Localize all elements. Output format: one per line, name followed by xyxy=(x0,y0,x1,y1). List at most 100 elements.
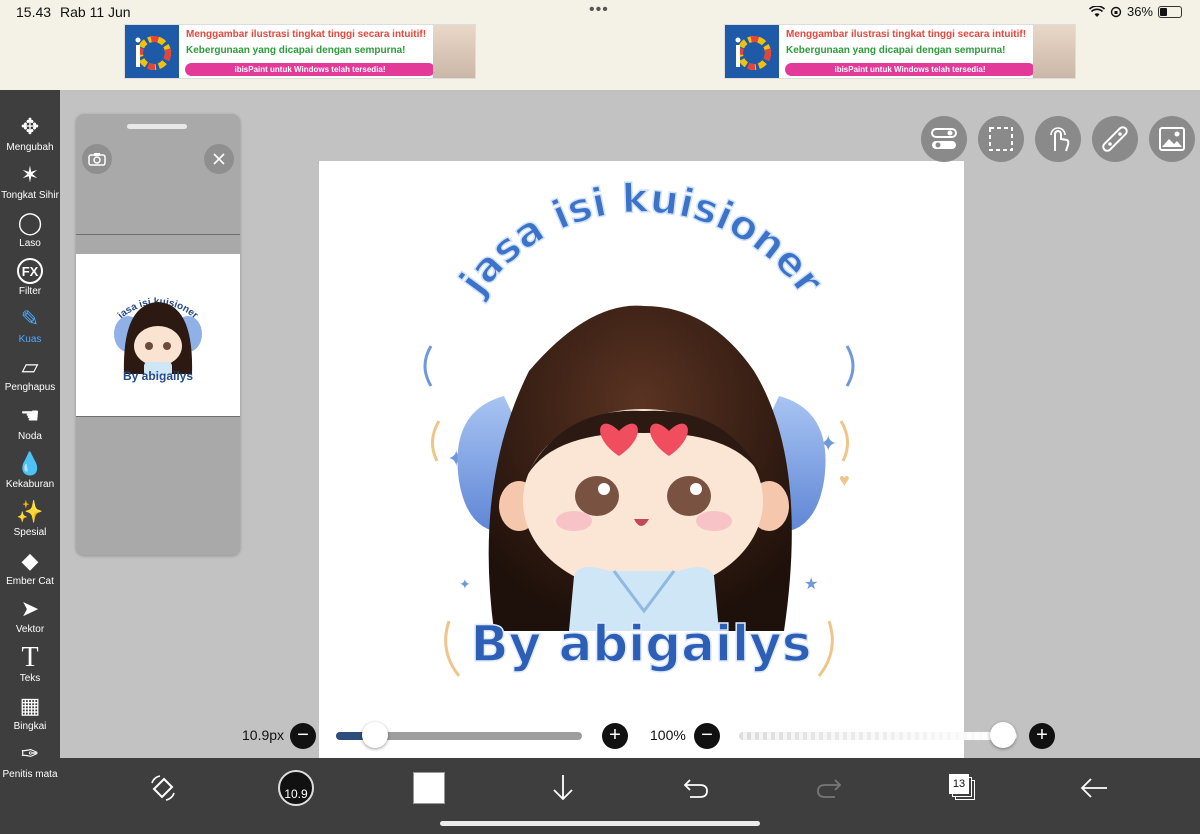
tool-teks[interactable]: T Teks xyxy=(0,642,60,691)
status-bar: 15.43 Rab 11 Jun ••• 36% Menggambar ilus… xyxy=(0,0,1200,90)
orientation-lock-icon xyxy=(1110,6,1122,17)
color-swatch[interactable] xyxy=(412,770,446,806)
ibispaint-logo xyxy=(125,25,179,78)
tool-vektor[interactable]: ➤ Vektor xyxy=(0,594,60,642)
back-arrow-icon[interactable] xyxy=(1078,770,1110,806)
move-arrows-icon: ✥ xyxy=(20,114,40,139)
tool-label: Bingkai xyxy=(13,721,47,732)
brush-icon: ✎ xyxy=(20,306,40,331)
tool-kekaburan[interactable]: 💧 Kekaburan xyxy=(0,449,60,497)
frame-icon: ▦ xyxy=(19,693,41,718)
brush-size-indicator[interactable]: 10.9 xyxy=(278,770,314,806)
tool-label: Vektor xyxy=(15,624,45,635)
layer-count: 13 xyxy=(949,774,969,794)
ad-portrait-image xyxy=(1033,25,1075,78)
battery-percent: 36% xyxy=(1126,4,1153,19)
home-indicator[interactable] xyxy=(440,821,760,826)
redo-icon[interactable] xyxy=(813,770,845,806)
thumb-signature: By abigailys xyxy=(123,369,193,383)
layer-divider xyxy=(76,416,240,417)
tool-bingkai[interactable]: ▦ Bingkai xyxy=(0,691,60,739)
layer-divider xyxy=(76,234,240,235)
opacity-slider[interactable] xyxy=(739,732,1017,740)
ad-subline: Kebergunaan yang dicapai dengan sempurna… xyxy=(186,45,406,56)
ad-cta: ibisPaint untuk Windows telah tersedia! xyxy=(185,63,435,76)
tool-penitis-mata[interactable]: ✑ Penitis mata xyxy=(0,739,60,787)
download-arrow-icon[interactable] xyxy=(548,770,578,806)
current-color xyxy=(413,772,445,804)
ad-banner-left[interactable]: Menggambar ilustrasi tingkat tinggi seca… xyxy=(124,24,476,79)
ruler-icon[interactable] xyxy=(1092,116,1138,162)
tool-mengubah[interactable]: ✥ Mengubah xyxy=(0,112,60,160)
svg-text:♥: ♥ xyxy=(839,470,850,490)
status-time: 15.43 xyxy=(16,4,52,20)
opacity-label: 100% xyxy=(650,727,686,743)
opacity-decrease-button[interactable]: − xyxy=(694,723,720,749)
undo-icon[interactable] xyxy=(680,770,712,806)
tool-label: Filter xyxy=(18,286,42,297)
tool-label: Mengubah xyxy=(6,142,54,153)
ibispaint-logo xyxy=(725,25,779,78)
brush-size-label: 10.9px xyxy=(242,727,285,743)
artwork: jasa isi kuisioner ✦ ✦ ♥ ★ ✦ By abigaily… xyxy=(423,175,855,677)
layer-thumbnail[interactable]: jasa isi kuisioner By abigailys xyxy=(76,254,240,416)
smudge-icon: ☚ xyxy=(20,403,40,428)
tool-noda[interactable]: ☚ Noda xyxy=(0,401,60,449)
tool-label: Spesial xyxy=(13,527,47,538)
multitasking-dots[interactable]: ••• xyxy=(589,1,609,19)
tool-label: Penghapus xyxy=(4,382,56,393)
camera-icon[interactable] xyxy=(82,144,112,174)
touch-gesture-icon[interactable] xyxy=(1035,116,1081,162)
tool-tongkat-sihir[interactable]: ✶ Tongkat Sihir xyxy=(0,160,60,208)
battery-fill xyxy=(1160,7,1168,16)
eyedropper-icon: ✑ xyxy=(20,741,40,766)
vector-arrow-icon: ➤ xyxy=(20,596,40,621)
tool-label: Tongkat Sihir xyxy=(1,190,59,201)
tool-label: Kekaburan xyxy=(5,479,55,490)
drawing-canvas[interactable]: jasa isi kuisioner ✦ ✦ ♥ ★ ✦ By abigaily… xyxy=(319,161,964,806)
svg-text:jasa isi kuisioner: jasa isi kuisioner xyxy=(450,176,832,305)
ad-cta: ibisPaint untuk Windows telah tersedia! xyxy=(785,63,1035,76)
tool-label: Noda xyxy=(18,431,42,442)
fx-icon: FX xyxy=(17,258,43,284)
artwork-signature: By abigailys xyxy=(471,615,812,673)
wifi-icon xyxy=(1088,5,1105,17)
tool-ember-cat[interactable]: ◆ Ember Cat xyxy=(0,546,60,594)
tool-sidebar: ✥ Mengubah ✶ Tongkat Sihir ◯ Laso FX Filter ✎ Kua… xyxy=(0,90,60,834)
opacity-knob[interactable] xyxy=(990,722,1016,748)
tool-filter[interactable]: FX Filter xyxy=(0,256,60,304)
special-sparkle-icon: ✨ xyxy=(16,499,44,524)
tool-label: Ember Cat xyxy=(6,576,54,587)
gallery-image-icon[interactable] xyxy=(1149,116,1195,162)
battery-icon xyxy=(1158,5,1182,18)
tool-kuas[interactable]: ✎ Kuas xyxy=(0,304,60,352)
tool-penghapus[interactable]: ▱ Penghapus xyxy=(0,352,60,400)
brush-size-increase-button[interactable]: + xyxy=(602,723,628,749)
ad-subline: Kebergunaan yang dicapai dengan sempurna… xyxy=(786,45,1006,56)
status-indicators: 36% xyxy=(1088,4,1182,19)
svg-text:★: ★ xyxy=(804,576,818,593)
panel-drag-handle[interactable] xyxy=(127,124,187,129)
text-icon: T xyxy=(21,642,39,673)
tool-label: Teks xyxy=(19,673,41,684)
eraser-icon: ▱ xyxy=(21,354,39,379)
opacity-fill xyxy=(739,732,1017,740)
ad-banner-right[interactable]: Menggambar ilustrasi tingkat tinggi seca… xyxy=(724,24,1076,79)
layers-count-icon[interactable]: 13 xyxy=(945,770,979,806)
close-icon[interactable] xyxy=(204,144,234,174)
tool-label: Penitis mata xyxy=(2,769,58,780)
selection-icon[interactable] xyxy=(978,116,1024,162)
layer-panel: jasa isi kuisioner By abigailys xyxy=(76,114,240,555)
opacity-increase-button[interactable]: + xyxy=(1029,723,1055,749)
ad-headline: Menggambar ilustrasi tingkat tinggi seca… xyxy=(186,29,427,40)
artwork-arc-text: jasa isi kuisioner xyxy=(449,175,833,306)
tool-laso[interactable]: ◯ Laso xyxy=(0,208,60,256)
status-date: Rab 11 Jun xyxy=(60,4,131,20)
swap-brush-eraser-icon[interactable] xyxy=(146,770,180,806)
blur-drop-icon: 💧 xyxy=(16,451,44,476)
ad-portrait-image xyxy=(433,25,475,78)
brush-size-decrease-button[interactable]: − xyxy=(290,723,316,749)
tool-label: Laso xyxy=(19,238,41,249)
tool-spesial[interactable]: ✨ Spesial xyxy=(0,497,60,545)
toggle-settings-icon[interactable] xyxy=(921,116,967,162)
